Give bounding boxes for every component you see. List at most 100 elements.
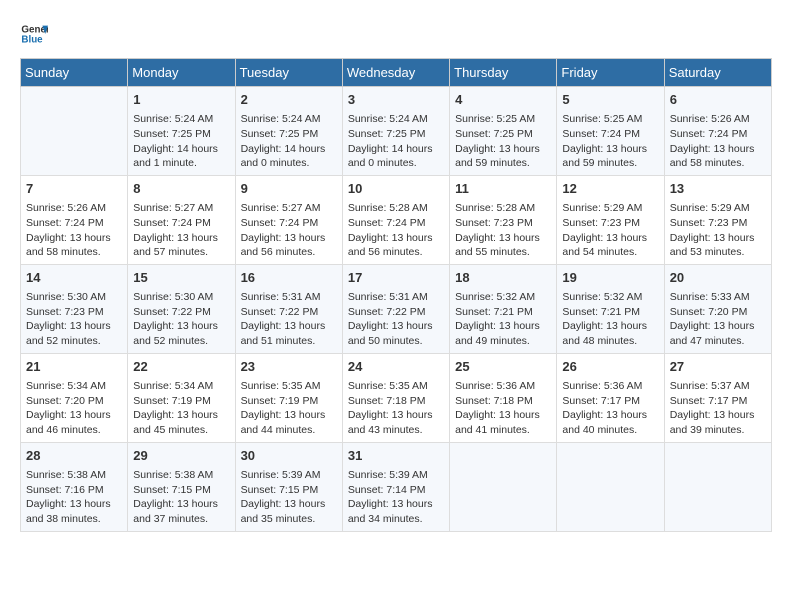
day-info: Sunset: 7:23 PM: [562, 216, 658, 231]
day-info: Daylight: 13 hours: [562, 231, 658, 246]
week-row-1: 1Sunrise: 5:24 AMSunset: 7:25 PMDaylight…: [21, 87, 772, 176]
day-info: Daylight: 13 hours: [455, 142, 551, 157]
day-info: Sunset: 7:25 PM: [455, 127, 551, 142]
day-info: Daylight: 13 hours: [241, 497, 337, 512]
day-number: 28: [26, 447, 122, 465]
day-cell: 1Sunrise: 5:24 AMSunset: 7:25 PMDaylight…: [128, 87, 235, 176]
day-info: and 56 minutes.: [348, 245, 444, 260]
day-info: Daylight: 13 hours: [133, 497, 229, 512]
day-info: and 57 minutes.: [133, 245, 229, 260]
page-header: General Blue: [20, 20, 772, 48]
day-cell: 8Sunrise: 5:27 AMSunset: 7:24 PMDaylight…: [128, 175, 235, 264]
day-number: 10: [348, 180, 444, 198]
day-info: Sunset: 7:15 PM: [133, 483, 229, 498]
day-number: 30: [241, 447, 337, 465]
day-info: Sunrise: 5:25 AM: [455, 112, 551, 127]
day-info: Sunset: 7:23 PM: [670, 216, 766, 231]
day-info: Daylight: 14 hours: [133, 142, 229, 157]
day-info: and 44 minutes.: [241, 423, 337, 438]
day-number: 22: [133, 358, 229, 376]
day-info: Daylight: 13 hours: [562, 142, 658, 157]
day-info: Sunset: 7:19 PM: [133, 394, 229, 409]
day-number: 21: [26, 358, 122, 376]
day-info: Sunrise: 5:24 AM: [348, 112, 444, 127]
day-info: Sunset: 7:22 PM: [133, 305, 229, 320]
day-cell: 20Sunrise: 5:33 AMSunset: 7:20 PMDayligh…: [664, 264, 771, 353]
day-number: 27: [670, 358, 766, 376]
day-info: and 55 minutes.: [455, 245, 551, 260]
day-info: and 56 minutes.: [241, 245, 337, 260]
day-info: Sunrise: 5:31 AM: [348, 290, 444, 305]
day-cell: [664, 442, 771, 531]
day-info: Sunrise: 5:26 AM: [26, 201, 122, 216]
day-cell: 26Sunrise: 5:36 AMSunset: 7:17 PMDayligh…: [557, 353, 664, 442]
day-number: 6: [670, 91, 766, 109]
day-info: Daylight: 14 hours: [241, 142, 337, 157]
day-info: and 59 minutes.: [455, 156, 551, 171]
day-info: Daylight: 13 hours: [455, 319, 551, 334]
day-info: and 58 minutes.: [26, 245, 122, 260]
day-info: Daylight: 13 hours: [562, 408, 658, 423]
day-cell: 6Sunrise: 5:26 AMSunset: 7:24 PMDaylight…: [664, 87, 771, 176]
day-info: and 59 minutes.: [562, 156, 658, 171]
day-cell: 5Sunrise: 5:25 AMSunset: 7:24 PMDaylight…: [557, 87, 664, 176]
day-info: Sunrise: 5:35 AM: [241, 379, 337, 394]
day-info: Sunrise: 5:26 AM: [670, 112, 766, 127]
day-info: Daylight: 13 hours: [133, 319, 229, 334]
day-info: Daylight: 13 hours: [670, 408, 766, 423]
day-info: Sunrise: 5:31 AM: [241, 290, 337, 305]
day-info: Sunrise: 5:27 AM: [241, 201, 337, 216]
day-cell: 31Sunrise: 5:39 AMSunset: 7:14 PMDayligh…: [342, 442, 449, 531]
day-info: and 34 minutes.: [348, 512, 444, 527]
day-number: 25: [455, 358, 551, 376]
week-row-4: 21Sunrise: 5:34 AMSunset: 7:20 PMDayligh…: [21, 353, 772, 442]
day-cell: 29Sunrise: 5:38 AMSunset: 7:15 PMDayligh…: [128, 442, 235, 531]
day-info: and 52 minutes.: [26, 334, 122, 349]
day-number: 29: [133, 447, 229, 465]
day-info: Daylight: 13 hours: [348, 319, 444, 334]
day-info: Daylight: 13 hours: [455, 408, 551, 423]
day-info: Daylight: 14 hours: [348, 142, 444, 157]
day-cell: 21Sunrise: 5:34 AMSunset: 7:20 PMDayligh…: [21, 353, 128, 442]
day-info: and 49 minutes.: [455, 334, 551, 349]
column-header-monday: Monday: [128, 59, 235, 87]
day-info: and 50 minutes.: [348, 334, 444, 349]
day-info: and 58 minutes.: [670, 156, 766, 171]
day-info: Sunset: 7:17 PM: [562, 394, 658, 409]
day-info: Daylight: 13 hours: [26, 497, 122, 512]
day-info: Sunset: 7:22 PM: [241, 305, 337, 320]
day-info: Sunset: 7:16 PM: [26, 483, 122, 498]
day-number: 17: [348, 269, 444, 287]
day-info: Daylight: 13 hours: [670, 319, 766, 334]
day-info: and 38 minutes.: [26, 512, 122, 527]
day-info: and 0 minutes.: [348, 156, 444, 171]
day-number: 7: [26, 180, 122, 198]
day-cell: 3Sunrise: 5:24 AMSunset: 7:25 PMDaylight…: [342, 87, 449, 176]
day-info: Sunrise: 5:30 AM: [133, 290, 229, 305]
day-info: Sunrise: 5:36 AM: [455, 379, 551, 394]
day-info: and 53 minutes.: [670, 245, 766, 260]
day-info: and 37 minutes.: [133, 512, 229, 527]
day-info: Sunrise: 5:39 AM: [241, 468, 337, 483]
day-number: 14: [26, 269, 122, 287]
day-info: Daylight: 13 hours: [348, 497, 444, 512]
day-info: Sunrise: 5:34 AM: [26, 379, 122, 394]
day-info: Daylight: 13 hours: [670, 142, 766, 157]
column-header-thursday: Thursday: [450, 59, 557, 87]
day-info: and 51 minutes.: [241, 334, 337, 349]
day-info: and 54 minutes.: [562, 245, 658, 260]
day-cell: 27Sunrise: 5:37 AMSunset: 7:17 PMDayligh…: [664, 353, 771, 442]
day-cell: 4Sunrise: 5:25 AMSunset: 7:25 PMDaylight…: [450, 87, 557, 176]
day-info: Daylight: 13 hours: [348, 231, 444, 246]
day-info: Sunrise: 5:27 AM: [133, 201, 229, 216]
day-info: Daylight: 13 hours: [26, 408, 122, 423]
day-info: Sunrise: 5:36 AM: [562, 379, 658, 394]
week-row-3: 14Sunrise: 5:30 AMSunset: 7:23 PMDayligh…: [21, 264, 772, 353]
day-number: 15: [133, 269, 229, 287]
column-header-wednesday: Wednesday: [342, 59, 449, 87]
day-info: and 48 minutes.: [562, 334, 658, 349]
day-info: and 1 minute.: [133, 156, 229, 171]
day-cell: 13Sunrise: 5:29 AMSunset: 7:23 PMDayligh…: [664, 175, 771, 264]
day-info: Sunrise: 5:28 AM: [455, 201, 551, 216]
day-info: Sunset: 7:21 PM: [455, 305, 551, 320]
